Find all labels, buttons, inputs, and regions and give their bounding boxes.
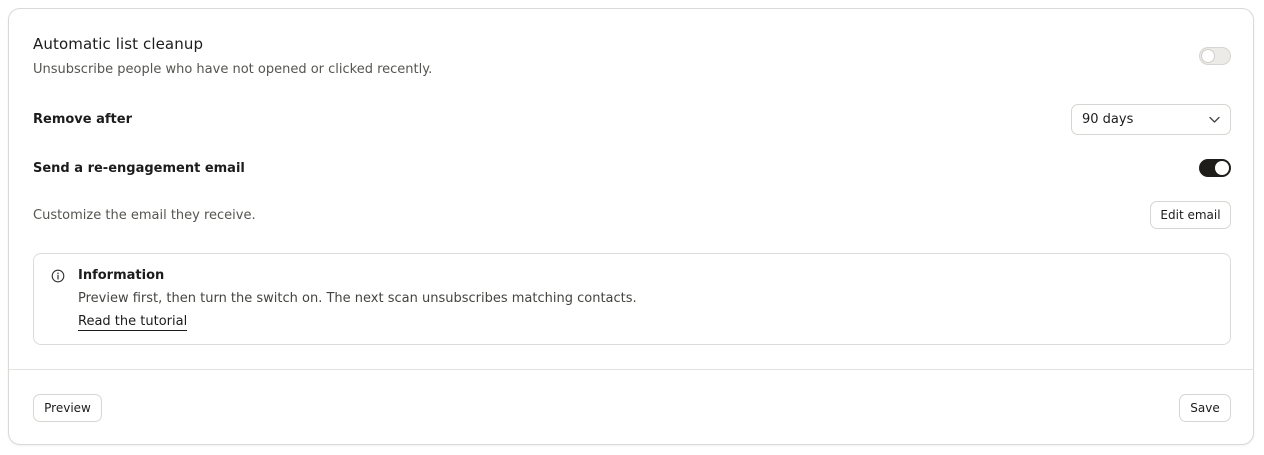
section-title: Automatic list cleanup — [33, 35, 204, 53]
information-heading: Information — [78, 268, 165, 283]
edit-email-button[interactable]: Edit email — [1150, 201, 1231, 229]
remove-after-label: Remove after — [33, 112, 132, 127]
section-subtitle: Unsubscribe people who have not opened o… — [33, 62, 433, 77]
save-button[interactable]: Save — [1179, 394, 1231, 422]
list-cleanup-card: Automatic list cleanup Unsubscribe peopl… — [8, 8, 1254, 445]
cleanup-toggle[interactable] — [1199, 47, 1231, 65]
information-box: Information Preview first, then turn the… — [33, 253, 1231, 345]
preview-button[interactable]: Preview — [33, 394, 102, 422]
footer-divider — [9, 369, 1253, 370]
remove-after-select[interactable]: 90 days — [1071, 104, 1231, 135]
chevron-down-icon — [1209, 116, 1220, 123]
reengagement-description: Customize the email they receive. — [33, 208, 256, 223]
info-circle-icon — [51, 269, 65, 283]
information-body: Preview first, then turn the switch on. … — [78, 291, 637, 306]
toggle-knob — [1215, 161, 1229, 175]
tutorial-link[interactable]: Read the tutorial — [78, 314, 188, 331]
toggle-knob — [1201, 49, 1215, 63]
reengagement-toggle[interactable] — [1199, 159, 1231, 177]
reengagement-label: Send a re-engagement email — [33, 161, 245, 176]
remove-after-value: 90 days — [1082, 112, 1134, 127]
